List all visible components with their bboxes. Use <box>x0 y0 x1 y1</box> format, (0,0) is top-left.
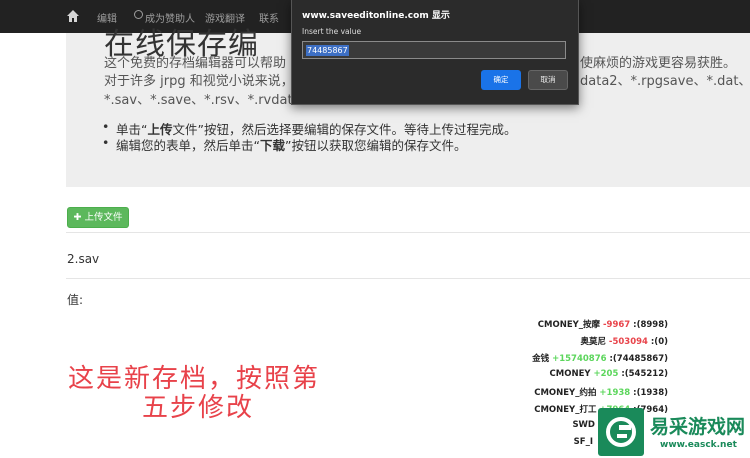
hero-text-line2-tail: data2、*.rpgsave、*.dat、 <box>580 74 750 89</box>
value-row[interactable]: SF_I <box>574 437 593 447</box>
divider <box>66 232 750 233</box>
value-row[interactable]: CMONEY +205 :(545212) <box>550 369 668 379</box>
ok-button[interactable]: 确定 <box>481 70 521 90</box>
cancel-button[interactable]: 取消 <box>528 70 568 90</box>
prompt-dialog: www.saveeditonline.com 显示 Insert the val… <box>291 0 579 105</box>
watermark-text: 易采游戏网 <box>650 416 746 438</box>
file-name: 2.sav <box>67 252 100 266</box>
value-input-text: 74485867 <box>306 45 349 56</box>
nav-contact-link[interactable]: 联系 <box>259 10 279 25</box>
page: 编辑 成为赞助人 游戏翻译 联系 在线保存编 这个免费的存档编辑器可以帮助 使麻… <box>0 0 750 458</box>
values-label: 值: <box>67 293 84 307</box>
watermark: 易采游戏网 www.easck.net <box>598 408 750 458</box>
plus-icon: ✚ <box>73 212 85 223</box>
sponsor-icon <box>134 10 143 19</box>
dialog-title: www.saveeditonline.com 显示 <box>302 11 450 21</box>
divider <box>66 278 750 279</box>
watermark-url: www.easck.net <box>660 440 737 450</box>
value-row[interactable]: CMONEY_按摩 -9967 :(8998) <box>538 318 668 330</box>
value-row[interactable]: 金钱 +15740876 :(74485867) <box>532 352 668 364</box>
hero-text-line3: *.sav、*.save、*.rsv、*.rvdata、 <box>104 93 314 108</box>
upload-file-button[interactable]: ✚ 上传文件 <box>67 207 129 228</box>
instruction-step-2: 编辑您的表单，然后单击“下载”按钮以获取您编辑的保存文件。 <box>102 135 467 154</box>
value-row[interactable]: 奥莫尼 -503094 :(0) <box>580 335 668 347</box>
annotation-line2: 五步修改 <box>142 393 255 423</box>
hero-text-line1-tail: 使麻烦的游戏更容易获胜。 <box>580 56 737 71</box>
home-icon[interactable] <box>66 9 80 23</box>
watermark-logo-icon <box>598 408 644 456</box>
value-row[interactable]: CMONEY_约拍 +1938 :(1938) <box>534 386 668 398</box>
dialog-message: Insert the value <box>302 27 362 36</box>
value-row[interactable]: SWD <box>572 420 595 430</box>
hero-text-line1: 这个免费的存档编辑器可以帮助 <box>104 56 287 71</box>
value-input[interactable]: 74485867 <box>302 41 566 59</box>
hero-text-line2: 对于许多 jrpg 和视觉小说来说， <box>104 74 294 89</box>
